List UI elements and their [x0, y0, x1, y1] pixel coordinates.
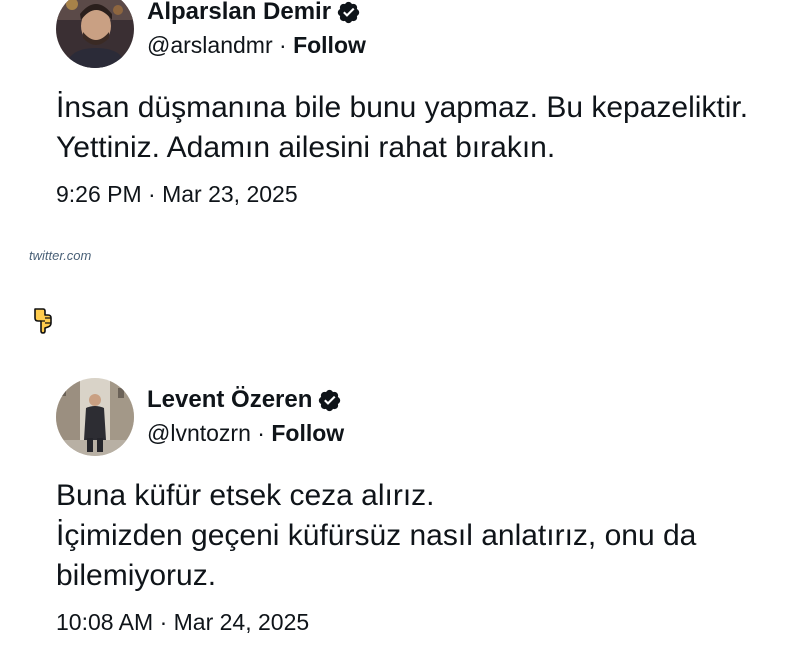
source-label[interactable]: twitter.com [29, 248, 91, 263]
follow-button[interactable]: Follow [293, 32, 366, 58]
user-handle[interactable]: @arslandmr [147, 32, 273, 58]
author-name-row: Alparslan Demir [147, 0, 361, 26]
separator-dot: · [250, 420, 272, 446]
pointing-down-hand-icon [31, 306, 55, 334]
avatar[interactable] [56, 0, 134, 68]
author-name-row: Levent Özeren [147, 386, 342, 414]
tweet-text-line: İçimizden geçeni küfürsüz nasıl anlatırı… [56, 519, 697, 552]
display-name[interactable]: Levent Özeren [147, 386, 312, 414]
tweet-text: İnsan düşmanına bile bunu yapmaz. Bu kep… [56, 88, 801, 168]
tweet-text-line: İnsan düşmanına bile bunu yapmaz. Bu kep… [56, 91, 749, 124]
tweet-timestamp[interactable]: 10:08 AM · Mar 24, 2025 [56, 608, 309, 636]
tweet-text-line: Buna küfür etsek ceza alırız. [56, 479, 435, 512]
tweet-text-line: Yettiniz. Adamın ailesini rahat bırakın. [56, 131, 556, 164]
verified-badge-icon [317, 388, 342, 413]
tweet-timestamp[interactable]: 9:26 PM · Mar 23, 2025 [56, 180, 298, 208]
avatar[interactable] [56, 378, 134, 456]
display-name[interactable]: Alparslan Demir [147, 0, 331, 26]
handle-row: @lvntozrn · Follow [147, 419, 344, 447]
user-handle[interactable]: @lvntozrn [147, 420, 251, 446]
separator-dot: · [272, 32, 294, 58]
tweet-text-line: bilemiyoruz. [56, 559, 217, 592]
handle-row: @arslandmr · Follow [147, 31, 366, 59]
follow-button[interactable]: Follow [271, 420, 344, 446]
tweet-text: Buna küfür etsek ceza alırız. İçimizden … [56, 476, 801, 596]
verified-badge-icon [336, 0, 361, 25]
